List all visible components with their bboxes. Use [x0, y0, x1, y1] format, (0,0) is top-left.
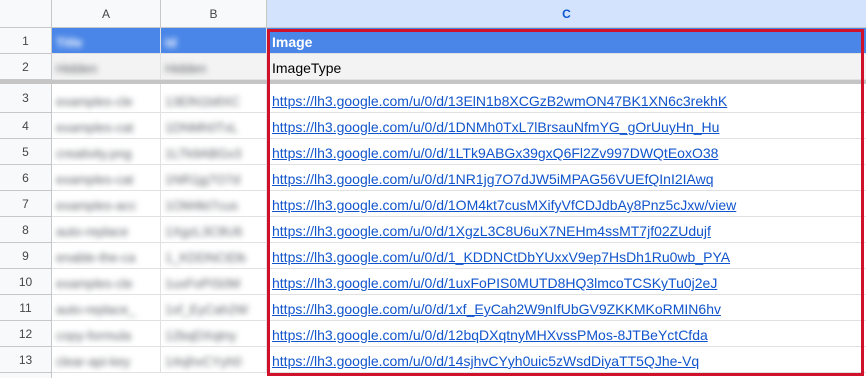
row-number[interactable]: 3	[0, 84, 52, 113]
row-number[interactable]: 9	[0, 243, 52, 269]
row-number[interactable]: 6	[0, 165, 52, 191]
row-number[interactable]: 1	[0, 28, 52, 54]
cell-text: 1NR1jg7O7d	[165, 172, 241, 187]
cell-b2[interactable]: Hidden	[161, 54, 267, 80]
cell-text: 1OM4kt7cus	[165, 198, 238, 213]
row-number[interactable]: 2	[0, 54, 52, 80]
image-url-link[interactable]: https://lh3.google.com/u/0/d/1XgzL3C8U6u…	[272, 223, 711, 239]
cell-text: ImageType	[272, 60, 342, 76]
cell-text: 1uxFoPIS0M	[165, 276, 241, 291]
cell-a11[interactable]: auto-replace_	[52, 295, 161, 321]
row-number[interactable]: 7	[0, 191, 52, 217]
cell-c6[interactable]: https://lh3.google.com/u/0/d/1NR1jg7O7dJ…	[267, 165, 866, 191]
cell-a12[interactable]: copy-formula	[52, 321, 161, 347]
cell-c3[interactable]: https://lh3.google.com/u/0/d/13ElN1b8XCG…	[267, 84, 866, 113]
cell-text: examples-cat	[56, 172, 134, 187]
cell-a7[interactable]: examples-acc	[52, 191, 161, 217]
image-url-link[interactable]: https://lh3.google.com/u/0/d/1LTk9ABGx39…	[272, 145, 718, 161]
cell-text: Hidden	[56, 61, 98, 76]
cell-b13[interactable]: 14sjhvCYyh0	[161, 347, 267, 373]
cell-text: clear-api-key	[56, 354, 131, 369]
cell-b4[interactable]: 1DNMh0TxL	[161, 113, 267, 139]
cell-text: 1_KDDNCtDb	[165, 250, 246, 265]
cell-b10[interactable]: 1uxFoPIS0M	[161, 269, 267, 295]
cell-a3[interactable]: examples-cle	[52, 84, 161, 113]
cell-b3[interactable]: 13ElN1b8XC	[161, 84, 267, 113]
cell-b9[interactable]: 1_KDDNCtDb	[161, 243, 267, 269]
row-number[interactable]: 11	[0, 295, 52, 321]
cell-text: examples-cat	[56, 120, 134, 135]
cell-text: 13ElN1b8XC	[165, 94, 241, 109]
cell-c7[interactable]: https://lh3.google.com/u/0/d/1OM4kt7cusM…	[267, 191, 866, 217]
image-url-link[interactable]: https://lh3.google.com/u/0/d/1xf_EyCah2W…	[272, 301, 721, 317]
column-header-b[interactable]: B	[161, 0, 267, 28]
cell-c5[interactable]: https://lh3.google.com/u/0/d/1LTk9ABGx39…	[267, 139, 866, 165]
image-url-link[interactable]: https://lh3.google.com/u/0/d/13ElN1b8XCG…	[272, 93, 727, 109]
cell-b1[interactable]: Id	[161, 28, 267, 54]
row-number[interactable]: 5	[0, 139, 52, 165]
cell-text: examples-acc	[56, 198, 137, 213]
cell-c4[interactable]: https://lh3.google.com/u/0/d/1DNMh0TxL7l…	[267, 113, 866, 139]
image-url-link[interactable]: https://lh3.google.com/u/0/d/1_KDDNCtDbY…	[272, 249, 730, 265]
cell-c9[interactable]: https://lh3.google.com/u/0/d/1_KDDNCtDbY…	[267, 243, 866, 269]
cell-a6[interactable]: examples-cat	[52, 165, 161, 191]
cell-a10[interactable]: examples-cle	[52, 269, 161, 295]
image-url-link[interactable]: https://lh3.google.com/u/0/d/14sjhvCYyh0…	[272, 353, 699, 369]
cell-text: Id	[165, 35, 177, 50]
cell-text: Title	[56, 35, 83, 50]
cell-a2[interactable]: Hidden	[52, 54, 161, 80]
cell-text: 1LTk9ABGx3	[165, 146, 242, 161]
cell-text: examples-cle	[56, 276, 133, 291]
image-url-link[interactable]: https://lh3.google.com/u/0/d/12bqDXqtnyM…	[272, 327, 708, 343]
cell-b11[interactable]: 1xf_EyCah2W	[161, 295, 267, 321]
cell-c2[interactable]: ImageType	[267, 54, 866, 80]
row-number-partial	[0, 373, 52, 378]
cell-text: copy-formula	[56, 328, 132, 343]
cell-c8[interactable]: https://lh3.google.com/u/0/d/1XgzL3C8U6u…	[267, 217, 866, 243]
image-url-link[interactable]: https://lh3.google.com/u/0/d/1NR1jg7O7dJ…	[272, 171, 714, 187]
cell-text: 12bqDXqtny	[165, 328, 237, 343]
cell-a8[interactable]: auto-replace	[52, 217, 161, 243]
cell-text: 1DNMh0TxL	[165, 120, 238, 135]
row-number[interactable]: 12	[0, 321, 52, 347]
cell-b12[interactable]: 12bqDXqtny	[161, 321, 267, 347]
cell-text: 1xf_EyCah2W	[165, 302, 249, 317]
column-header-c[interactable]: C	[267, 0, 866, 28]
cell-text: Image	[272, 34, 313, 50]
cell-c10[interactable]: https://lh3.google.com/u/0/d/1uxFoPIS0MU…	[267, 269, 866, 295]
cell-a13[interactable]: clear-api-key	[52, 347, 161, 373]
cell-a5[interactable]: creativity.png	[52, 139, 161, 165]
row-number[interactable]: 8	[0, 217, 52, 243]
cell-text: enable-the-ca	[56, 250, 136, 265]
cell-text: 1XgzL3C8U6	[165, 224, 243, 239]
cell-text: auto-replace_	[56, 302, 136, 317]
cell-b5[interactable]: 1LTk9ABGx3	[161, 139, 267, 165]
cell-c11[interactable]: https://lh3.google.com/u/0/d/1xf_EyCah2W…	[267, 295, 866, 321]
cell-a9[interactable]: enable-the-ca	[52, 243, 161, 269]
cell-text: 14sjhvCYyh0	[165, 354, 242, 369]
cell-text: examples-cle	[56, 94, 133, 109]
cell-b8[interactable]: 1XgzL3C8U6	[161, 217, 267, 243]
row-number[interactable]: 10	[0, 269, 52, 295]
image-url-link[interactable]: https://lh3.google.com/u/0/d/1DNMh0TxL7l…	[272, 119, 719, 135]
cell-c1[interactable]: Image	[267, 28, 866, 54]
cell-c12[interactable]: https://lh3.google.com/u/0/d/12bqDXqtnyM…	[267, 321, 866, 347]
cell-a1[interactable]: Title	[52, 28, 161, 54]
column-header-a[interactable]: A	[52, 0, 161, 28]
image-url-link[interactable]: https://lh3.google.com/u/0/d/1OM4kt7cusM…	[272, 197, 736, 213]
cell-text: auto-replace	[56, 224, 129, 239]
row-number[interactable]: 13	[0, 347, 52, 373]
cell-c13[interactable]: https://lh3.google.com/u/0/d/14sjhvCYyh0…	[267, 347, 866, 373]
cell-text: Hidden	[165, 61, 207, 76]
image-url-link[interactable]: https://lh3.google.com/u/0/d/1uxFoPIS0MU…	[272, 275, 717, 291]
row-number[interactable]: 4	[0, 113, 52, 139]
cell-b7[interactable]: 1OM4kt7cus	[161, 191, 267, 217]
select-all-corner[interactable]	[0, 0, 52, 28]
cell-b6[interactable]: 1NR1jg7O7d	[161, 165, 267, 191]
cell-a4[interactable]: examples-cat	[52, 113, 161, 139]
cell-text: creativity.png	[56, 146, 132, 161]
